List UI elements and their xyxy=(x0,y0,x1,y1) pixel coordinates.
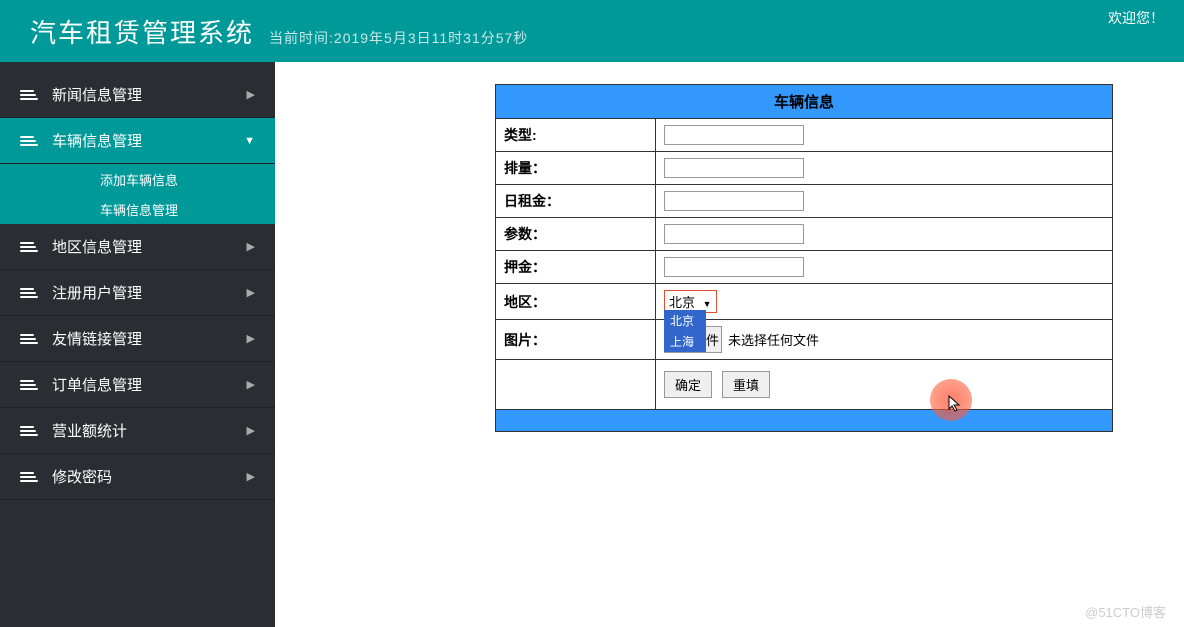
label-type: 类型: xyxy=(496,119,656,152)
sidebar-item-users[interactable]: 注册用户管理 ▶ xyxy=(0,270,275,316)
input-type[interactable] xyxy=(664,125,804,145)
chevron-right-icon: ▶ xyxy=(247,240,255,253)
chevron-right-icon: ▶ xyxy=(247,470,255,483)
app-title: 汽车租赁管理系统 xyxy=(30,13,254,50)
current-time: 当前时间:2019年5月3日11时31分57秒 xyxy=(269,28,528,48)
reset-button[interactable]: 重填 xyxy=(722,371,770,398)
label-deposit: 押金： xyxy=(496,251,656,284)
select-region[interactable]: 北京 北京 上海 xyxy=(664,290,717,313)
sidebar-item-label: 新闻信息管理 xyxy=(52,84,142,105)
label-empty xyxy=(496,360,656,410)
label-daily-rent: 日租金： xyxy=(496,185,656,218)
sidebar: 新闻信息管理 ▶ 车辆信息管理 ▼ 添加车辆信息 车辆信息管理 地区信息管理 ▶ xyxy=(0,62,275,627)
vehicle-form-table: 车辆信息 类型: 排量： 日租金： 参数： 押金： 地区： xyxy=(495,84,1113,432)
menu-icon xyxy=(20,90,38,100)
header: 汽车租赁管理系统 当前时间:2019年5月3日11时31分57秒 欢迎您！ xyxy=(0,0,1184,62)
input-params[interactable] xyxy=(664,224,804,244)
label-displacement: 排量： xyxy=(496,152,656,185)
sidebar-item-label: 友情链接管理 xyxy=(52,328,142,349)
sidebar-item-region[interactable]: 地区信息管理 ▶ xyxy=(0,224,275,270)
sidebar-item-news[interactable]: 新闻信息管理 ▶ xyxy=(0,72,275,118)
submit-button[interactable]: 确定 xyxy=(664,371,712,398)
chevron-right-icon: ▶ xyxy=(247,286,255,299)
sidebar-item-links[interactable]: 友情链接管理 ▶ xyxy=(0,316,275,362)
region-dropdown: 北京 上海 xyxy=(664,310,706,352)
form-footer xyxy=(496,410,1113,432)
chevron-right-icon: ▶ xyxy=(247,332,255,345)
chevron-right-icon: ▶ xyxy=(247,88,255,101)
main-content: 车辆信息 类型: 排量： 日租金： 参数： 押金： 地区： xyxy=(275,62,1184,627)
menu-icon xyxy=(20,426,38,436)
input-deposit[interactable] xyxy=(664,257,804,277)
welcome-text: 欢迎您！ xyxy=(1108,8,1164,28)
label-params: 参数： xyxy=(496,218,656,251)
label-region: 地区： xyxy=(496,284,656,320)
sidebar-item-label: 地区信息管理 xyxy=(52,236,142,257)
sidebar-item-revenue[interactable]: 营业额统计 ▶ xyxy=(0,408,275,454)
form-title: 车辆信息 xyxy=(496,85,1113,119)
submenu-vehicle: 添加车辆信息 车辆信息管理 xyxy=(0,164,275,224)
sidebar-item-password[interactable]: 修改密码 ▶ xyxy=(0,454,275,500)
menu-icon xyxy=(20,472,38,482)
submenu-manage-vehicle[interactable]: 车辆信息管理 xyxy=(0,194,275,224)
input-daily-rent[interactable] xyxy=(664,191,804,211)
menu-icon xyxy=(20,380,38,390)
watermark: @51CTO博客 xyxy=(1085,602,1166,621)
menu-icon xyxy=(20,136,38,146)
submenu-add-vehicle[interactable]: 添加车辆信息 xyxy=(0,164,275,194)
file-status: 未选择任何文件 xyxy=(728,330,819,349)
sidebar-item-orders[interactable]: 订单信息管理 ▶ xyxy=(0,362,275,408)
sidebar-item-label: 营业额统计 xyxy=(52,420,127,441)
chevron-down-icon: ▼ xyxy=(244,135,255,147)
input-displacement[interactable] xyxy=(664,158,804,178)
chevron-right-icon: ▶ xyxy=(247,424,255,437)
region-option[interactable]: 北京 xyxy=(664,310,706,331)
region-option[interactable]: 上海 xyxy=(664,331,706,352)
chevron-right-icon: ▶ xyxy=(247,378,255,391)
sidebar-item-label: 注册用户管理 xyxy=(52,282,142,303)
sidebar-item-label: 车辆信息管理 xyxy=(52,130,142,151)
label-image: 图片： xyxy=(496,320,656,360)
sidebar-item-vehicle[interactable]: 车辆信息管理 ▼ xyxy=(0,118,275,164)
sidebar-item-label: 修改密码 xyxy=(52,466,112,487)
sidebar-item-label: 订单信息管理 xyxy=(52,374,142,395)
menu-icon xyxy=(20,334,38,344)
menu-icon xyxy=(20,288,38,298)
menu-icon xyxy=(20,242,38,252)
